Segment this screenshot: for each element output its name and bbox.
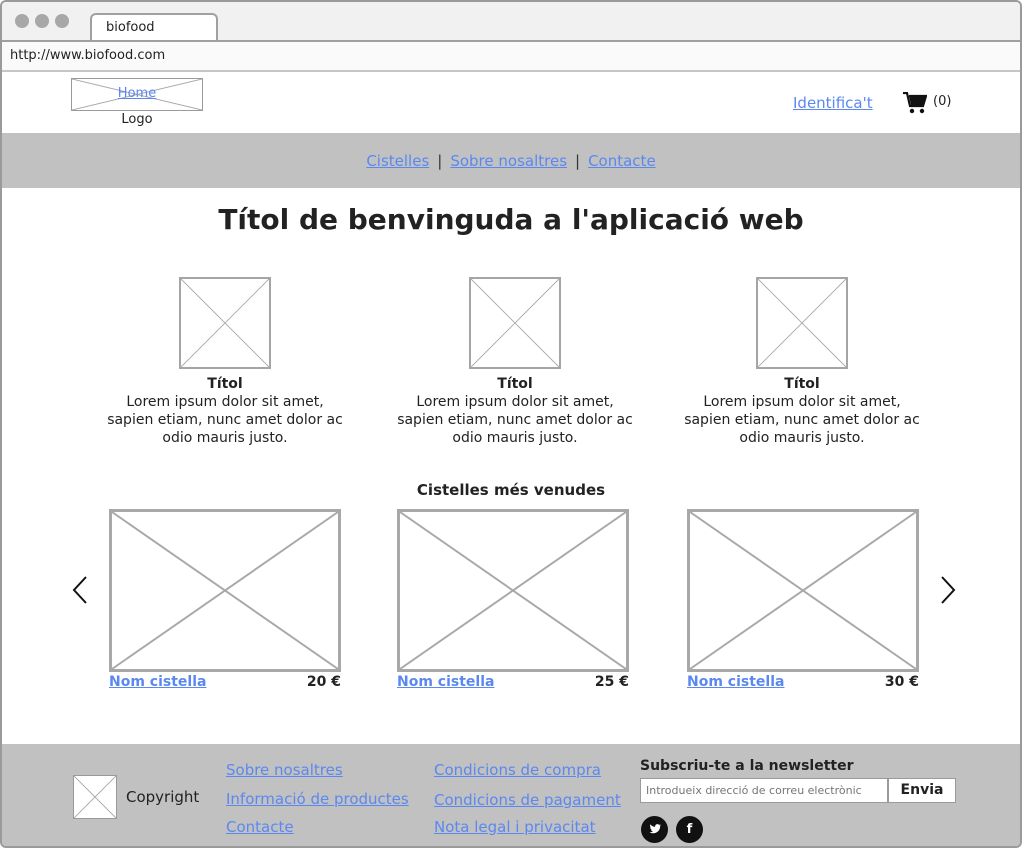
- tab-title: biofood: [106, 20, 155, 35]
- main-nav: Cistelles | Sobre nosaltres | Contacte: [2, 152, 1020, 170]
- footer-link-sobre-nosaltres[interactable]: Sobre nosaltres: [226, 761, 343, 779]
- newsletter-heading: Subscriu-te a la newsletter: [640, 758, 854, 774]
- product-name-link[interactable]: Nom cistella: [687, 674, 784, 690]
- product-card[interactable]: Nom cistella 30 €: [687, 509, 919, 696]
- newsletter-submit-button[interactable]: Envia: [888, 778, 956, 803]
- window-control-close[interactable]: [15, 14, 29, 28]
- footer-link-nota-legal[interactable]: Nota legal i privacitat: [434, 818, 596, 836]
- feature-card: Títol Lorem ipsum dolor sit amet, sapien…: [682, 277, 922, 447]
- copyright-text: Copyright: [126, 788, 200, 806]
- newsletter-email-input[interactable]: [640, 778, 888, 803]
- feature-text: Lorem ipsum dolor sit amet, sapien etiam…: [684, 394, 920, 446]
- browser-window: biofood http://www.biofood.com Home Logo…: [0, 0, 1022, 848]
- home-link[interactable]: Home: [71, 86, 203, 101]
- feature-text: Lorem ipsum dolor sit amet, sapien etiam…: [107, 394, 343, 446]
- window-control-minimize[interactable]: [35, 14, 49, 28]
- twitter-icon[interactable]: [641, 816, 668, 843]
- window-control-maximize[interactable]: [55, 14, 69, 28]
- footer-link-contacte[interactable]: Contacte: [226, 818, 294, 836]
- url-text: http://www.biofood.com: [10, 48, 166, 63]
- nav-separator: |: [575, 152, 581, 170]
- footer-link-condicions-compra[interactable]: Condicions de compra: [434, 761, 601, 779]
- best-sellers-heading: Cistelles més venudes: [416, 481, 606, 499]
- feature-title: Títol: [784, 376, 820, 392]
- product-price: 25 €: [594, 674, 629, 690]
- feature-title: Títol: [497, 376, 533, 392]
- page-title: Títol de benvinguda a l'aplicació web: [218, 203, 804, 236]
- nav-item-contacte[interactable]: Contacte: [588, 152, 656, 170]
- address-bar[interactable]: http://www.biofood.com: [2, 42, 1020, 72]
- product-image-placeholder[interactable]: [109, 509, 341, 672]
- shopping-cart-icon[interactable]: [903, 92, 927, 114]
- nav-item-cistelles[interactable]: Cistelles: [366, 152, 429, 170]
- chevron-right-icon[interactable]: [938, 575, 958, 605]
- login-link[interactable]: Identifica't: [793, 94, 873, 112]
- product-name-link[interactable]: Nom cistella: [397, 674, 494, 690]
- footer-link-condicions-pagament[interactable]: Condicions de pagament: [434, 791, 621, 809]
- product-image-placeholder[interactable]: [397, 509, 629, 672]
- feature-image-placeholder: [179, 277, 271, 369]
- nav-item-sobre-nosaltres[interactable]: Sobre nosaltres: [450, 152, 567, 170]
- cart-count: (0): [933, 94, 952, 109]
- feature-image-placeholder: [756, 277, 848, 369]
- product-card[interactable]: Nom cistella 20 €: [109, 509, 341, 696]
- feature-title: Títol: [207, 376, 243, 392]
- feature-text: Lorem ipsum dolor sit amet, sapien etiam…: [397, 394, 633, 446]
- product-name-link[interactable]: Nom cistella: [109, 674, 206, 690]
- chevron-left-icon[interactable]: [70, 575, 90, 605]
- product-card[interactable]: Nom cistella 25 €: [397, 509, 629, 696]
- browser-tab[interactable]: biofood: [90, 13, 218, 40]
- footer-link-informacio-productes[interactable]: Informació de productes: [226, 790, 409, 808]
- product-price: 20 €: [306, 674, 341, 690]
- facebook-glyph: f: [686, 822, 693, 837]
- feature-card: Títol Lorem ipsum dolor sit amet, sapien…: [105, 277, 345, 447]
- nav-separator: |: [437, 152, 443, 170]
- feature-card: Títol Lorem ipsum dolor sit amet, sapien…: [395, 277, 635, 447]
- facebook-icon[interactable]: f: [676, 816, 703, 843]
- browser-titlebar: biofood: [2, 2, 1020, 42]
- product-image-placeholder[interactable]: [687, 509, 919, 672]
- logo-label: Logo: [121, 112, 153, 127]
- feature-image-placeholder: [469, 277, 561, 369]
- product-price: 30 €: [884, 674, 919, 690]
- footer-logo-placeholder: [73, 775, 117, 819]
